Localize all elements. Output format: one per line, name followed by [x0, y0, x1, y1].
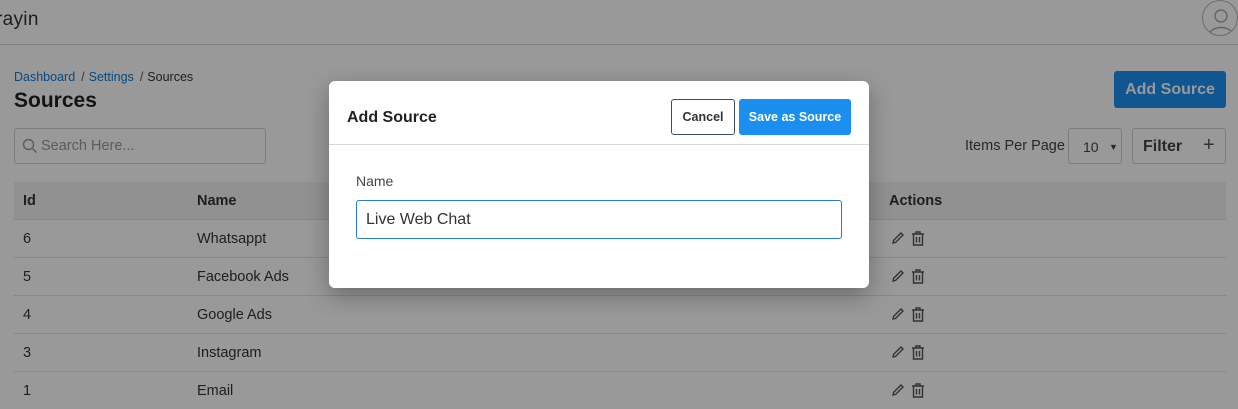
- name-field-label: Name: [356, 173, 394, 189]
- cancel-button[interactable]: Cancel: [671, 99, 735, 135]
- name-input[interactable]: [356, 200, 842, 239]
- add-source-modal: Add Source Cancel Save as Source Name: [329, 81, 869, 288]
- modal-title: Add Source: [347, 109, 437, 126]
- save-as-source-button[interactable]: Save as Source: [739, 99, 851, 135]
- modal-header: Add Source Cancel Save as Source: [329, 81, 869, 145]
